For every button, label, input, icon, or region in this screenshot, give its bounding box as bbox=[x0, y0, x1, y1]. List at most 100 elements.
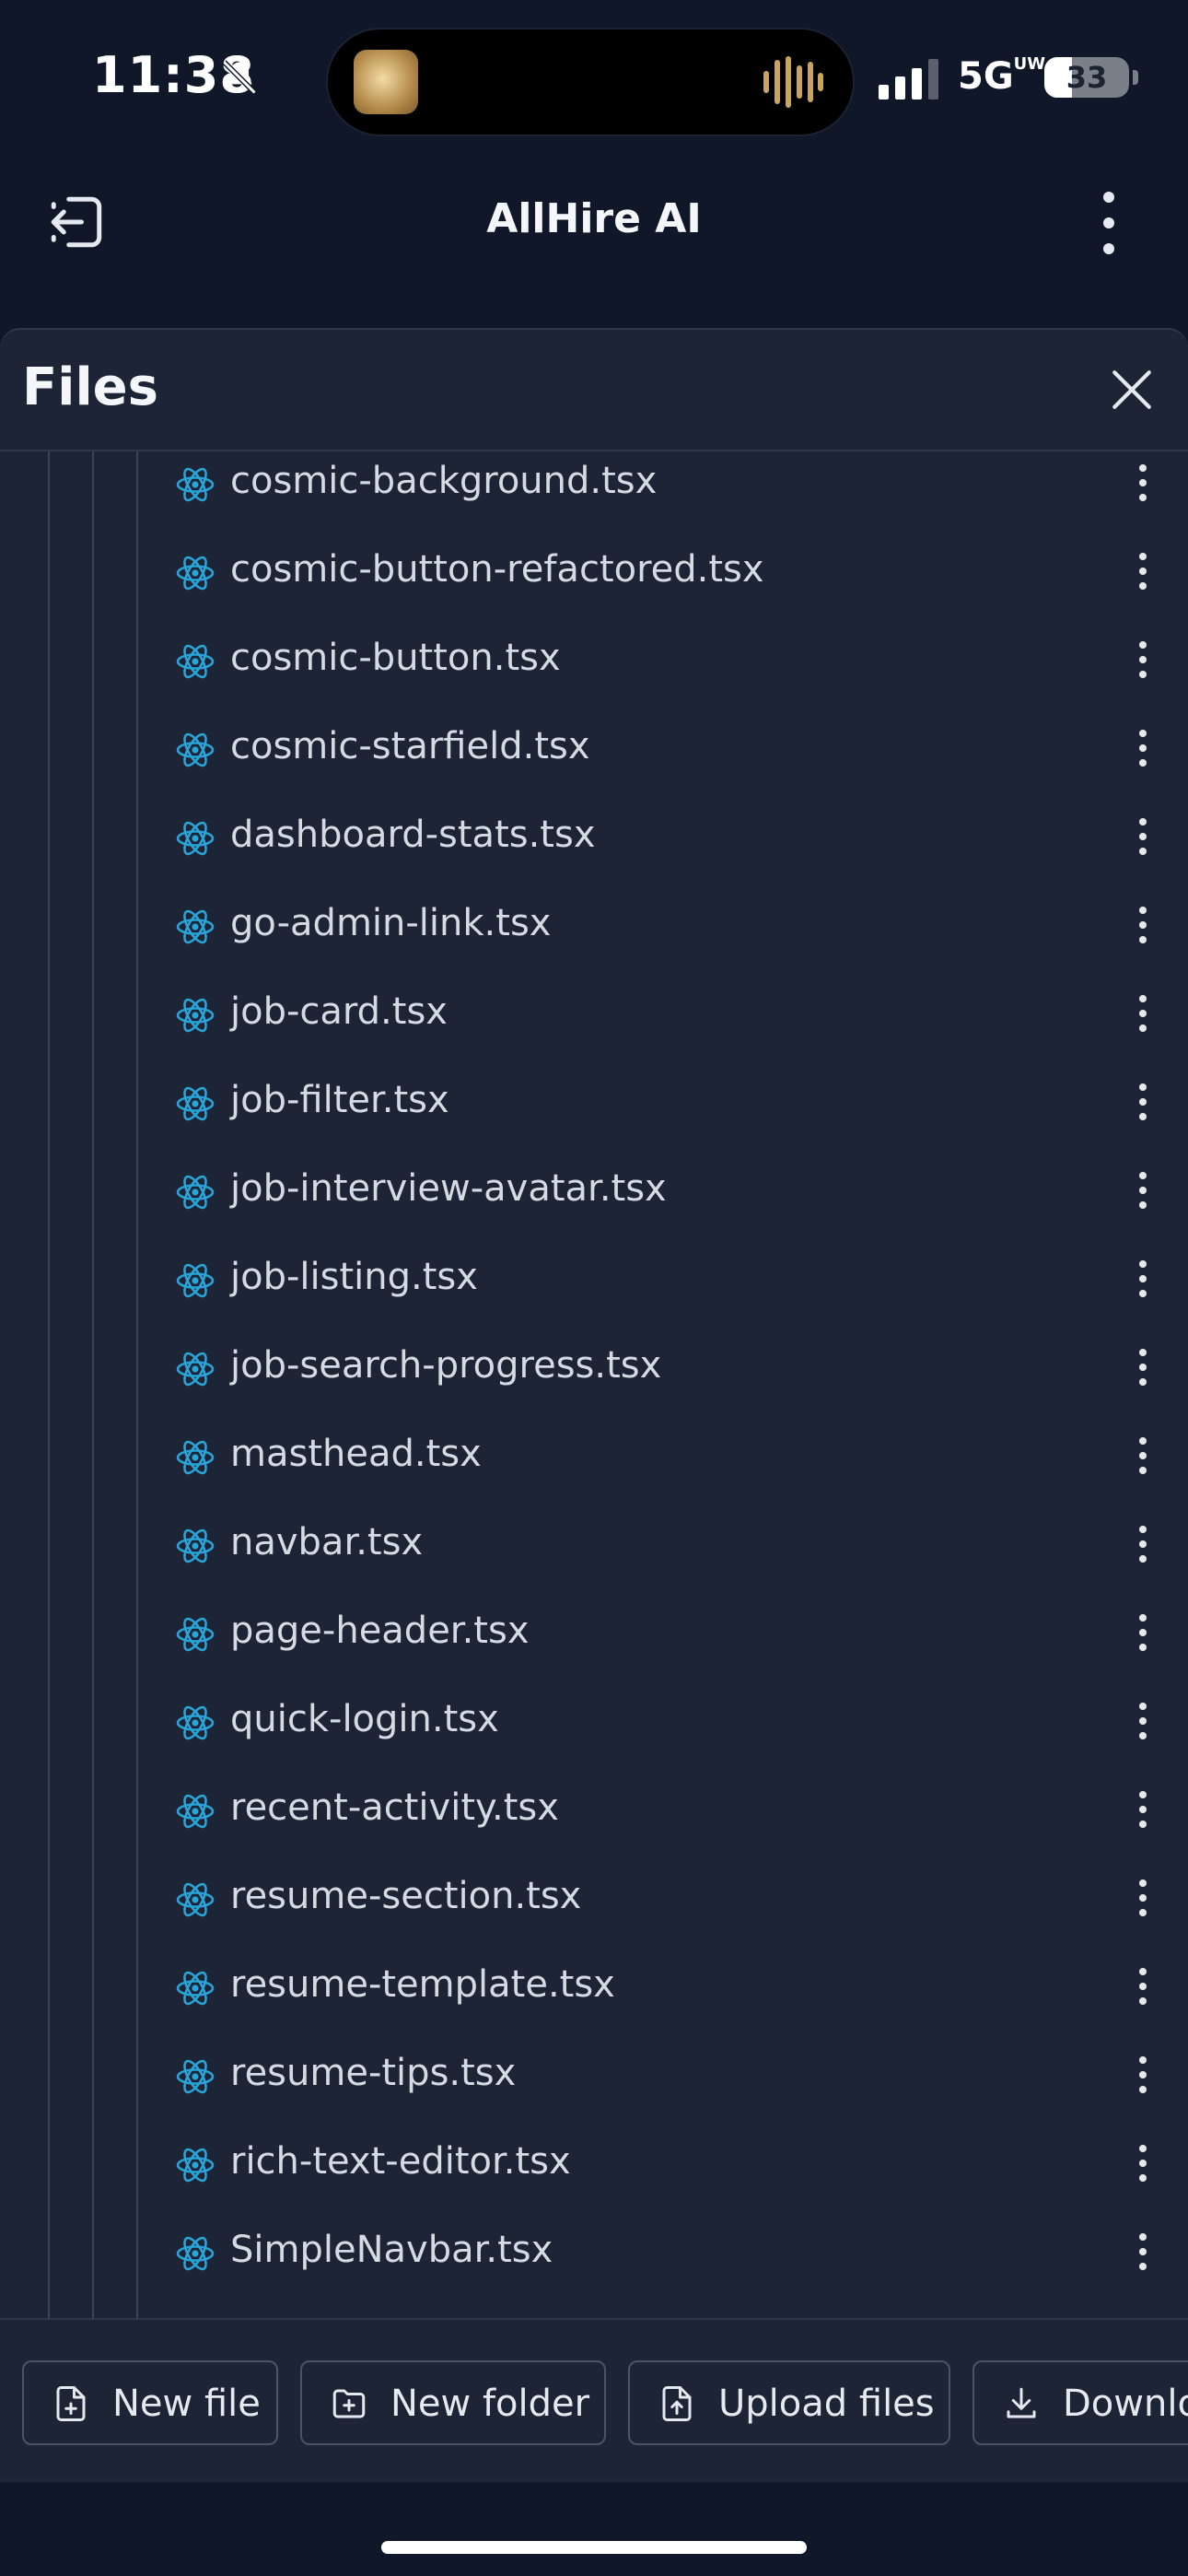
file-row[interactable]: job-interview-avatar.tsx bbox=[0, 1145, 1188, 1234]
file-name: go-admin-link.tsx bbox=[230, 902, 552, 944]
react-icon bbox=[176, 1705, 215, 1740]
app-header: AllHire AI bbox=[0, 147, 1188, 322]
status-bar: 11:38 5GUW 33 bbox=[0, 0, 1188, 147]
file-row[interactable]: recent-activity.tsx bbox=[0, 1764, 1188, 1853]
react-icon bbox=[176, 644, 215, 679]
more-vertical-icon[interactable] bbox=[1129, 1169, 1157, 1212]
more-vertical-icon[interactable] bbox=[1129, 727, 1157, 769]
audio-waveform-icon bbox=[763, 56, 823, 108]
file-toolbar: New file New folder Upload files Downloa… bbox=[0, 2318, 1188, 2482]
more-vertical-icon[interactable] bbox=[1129, 1877, 1157, 1919]
react-icon bbox=[176, 821, 215, 856]
upload-files-button[interactable]: Upload files bbox=[628, 2360, 950, 2445]
more-vertical-icon[interactable] bbox=[1129, 1965, 1157, 2008]
dynamic-island bbox=[326, 28, 855, 136]
more-vertical-icon[interactable] bbox=[1129, 1700, 1157, 1742]
folder-plus-icon bbox=[332, 2389, 366, 2418]
file-list: cosmic-background.tsx cosmic-button-refa… bbox=[0, 451, 1188, 2318]
file-name: cosmic-button-refactored.tsx bbox=[230, 548, 764, 591]
file-row[interactable]: resume-section.tsx bbox=[0, 1853, 1188, 1941]
file-row[interactable]: SimpleNavbar.tsx bbox=[0, 2207, 1188, 2295]
more-vertical-icon[interactable] bbox=[1129, 2054, 1157, 2096]
home-indicator[interactable] bbox=[381, 2541, 807, 2554]
download-button[interactable]: Download bbox=[973, 2360, 1188, 2445]
file-row[interactable]: dashboard-stats.tsx bbox=[0, 791, 1188, 880]
file-name: dashboard-stats.tsx bbox=[230, 814, 596, 856]
react-icon bbox=[176, 1528, 215, 1563]
file-row[interactable]: cosmic-background.tsx bbox=[0, 451, 1188, 526]
upload-files-label: Upload files bbox=[718, 2383, 935, 2425]
file-row[interactable] bbox=[0, 2295, 1188, 2318]
more-vertical-icon[interactable] bbox=[1129, 1788, 1157, 1831]
file-row[interactable]: resume-tips.tsx bbox=[0, 2030, 1188, 2118]
more-vertical-icon[interactable] bbox=[1090, 186, 1127, 260]
cellular-signal-icon bbox=[879, 59, 938, 100]
more-vertical-icon[interactable] bbox=[1129, 1346, 1157, 1388]
file-row[interactable]: job-filter.tsx bbox=[0, 1057, 1188, 1145]
more-vertical-icon[interactable] bbox=[1129, 1611, 1157, 1654]
file-row[interactable]: navbar.tsx bbox=[0, 1499, 1188, 1587]
file-tree[interactable]: cosmic-background.tsx cosmic-button-refa… bbox=[0, 451, 1188, 2318]
file-name: cosmic-background.tsx bbox=[230, 460, 658, 502]
more-vertical-icon[interactable] bbox=[1129, 815, 1157, 858]
react-icon bbox=[176, 1617, 215, 1652]
new-folder-label: New folder bbox=[390, 2383, 590, 2425]
react-icon bbox=[176, 1882, 215, 1917]
react-icon bbox=[176, 2059, 215, 2094]
file-name: job-listing.tsx bbox=[230, 1256, 478, 1298]
file-row[interactable]: resume-template.tsx bbox=[0, 1941, 1188, 2030]
more-vertical-icon[interactable] bbox=[1129, 1081, 1157, 1123]
file-row[interactable]: job-card.tsx bbox=[0, 968, 1188, 1057]
file-name: quick-login.tsx bbox=[230, 1698, 499, 1740]
file-name: resume-section.tsx bbox=[230, 1875, 582, 1917]
download-label: Download bbox=[1063, 2383, 1188, 2425]
network-type: 5GUW bbox=[958, 54, 1046, 99]
more-vertical-icon[interactable] bbox=[1129, 2231, 1157, 2273]
react-icon bbox=[176, 1971, 215, 2006]
battery-level: 33 bbox=[1066, 60, 1108, 95]
file-name: resume-tips.tsx bbox=[230, 2052, 517, 2094]
file-name: masthead.tsx bbox=[230, 1433, 482, 1475]
more-vertical-icon[interactable] bbox=[1129, 1434, 1157, 1477]
download-icon bbox=[1007, 2387, 1036, 2418]
more-vertical-icon[interactable] bbox=[1129, 638, 1157, 681]
file-name: rich-text-editor.tsx bbox=[230, 2140, 571, 2183]
file-row[interactable]: rich-text-editor.tsx bbox=[0, 2118, 1188, 2207]
file-plus-icon bbox=[56, 2386, 86, 2421]
react-icon bbox=[176, 2148, 215, 2183]
file-row[interactable]: cosmic-button.tsx bbox=[0, 615, 1188, 703]
more-vertical-icon[interactable] bbox=[1129, 992, 1157, 1035]
file-row[interactable]: cosmic-button-refactored.tsx bbox=[0, 526, 1188, 615]
file-name: job-card.tsx bbox=[230, 990, 448, 1033]
more-vertical-icon[interactable] bbox=[1129, 550, 1157, 592]
react-icon bbox=[176, 1794, 215, 1829]
more-vertical-icon[interactable] bbox=[1129, 1523, 1157, 1565]
file-name: navbar.tsx bbox=[230, 1521, 424, 1563]
file-row[interactable]: go-admin-link.tsx bbox=[0, 880, 1188, 968]
file-row[interactable]: quick-login.tsx bbox=[0, 1676, 1188, 1764]
file-name: page-header.tsx bbox=[230, 1610, 530, 1652]
close-icon[interactable] bbox=[1109, 367, 1155, 413]
new-file-button[interactable]: New file bbox=[22, 2360, 278, 2445]
file-row[interactable]: cosmic-starfield.tsx bbox=[0, 703, 1188, 791]
file-name: cosmic-button.tsx bbox=[230, 637, 561, 679]
more-vertical-icon[interactable] bbox=[1129, 462, 1157, 504]
app-title: AllHire AI bbox=[486, 195, 702, 242]
react-icon bbox=[176, 1352, 215, 1387]
react-icon bbox=[176, 1440, 215, 1475]
file-name: cosmic-starfield.tsx bbox=[230, 725, 590, 767]
more-vertical-icon[interactable] bbox=[1129, 1258, 1157, 1300]
react-icon bbox=[176, 909, 215, 944]
react-icon bbox=[176, 556, 215, 591]
file-row[interactable]: job-search-progress.tsx bbox=[0, 1322, 1188, 1411]
file-name: SimpleNavbar.tsx bbox=[230, 2229, 553, 2271]
more-vertical-icon[interactable] bbox=[1129, 904, 1157, 946]
file-row[interactable]: job-listing.tsx bbox=[0, 1234, 1188, 1322]
file-row[interactable]: page-header.tsx bbox=[0, 1587, 1188, 1676]
file-row[interactable]: masthead.tsx bbox=[0, 1411, 1188, 1499]
react-icon bbox=[176, 1086, 215, 1121]
react-icon bbox=[176, 1263, 215, 1298]
battery-tip bbox=[1133, 70, 1138, 85]
new-folder-button[interactable]: New folder bbox=[300, 2360, 606, 2445]
more-vertical-icon[interactable] bbox=[1129, 2142, 1157, 2184]
